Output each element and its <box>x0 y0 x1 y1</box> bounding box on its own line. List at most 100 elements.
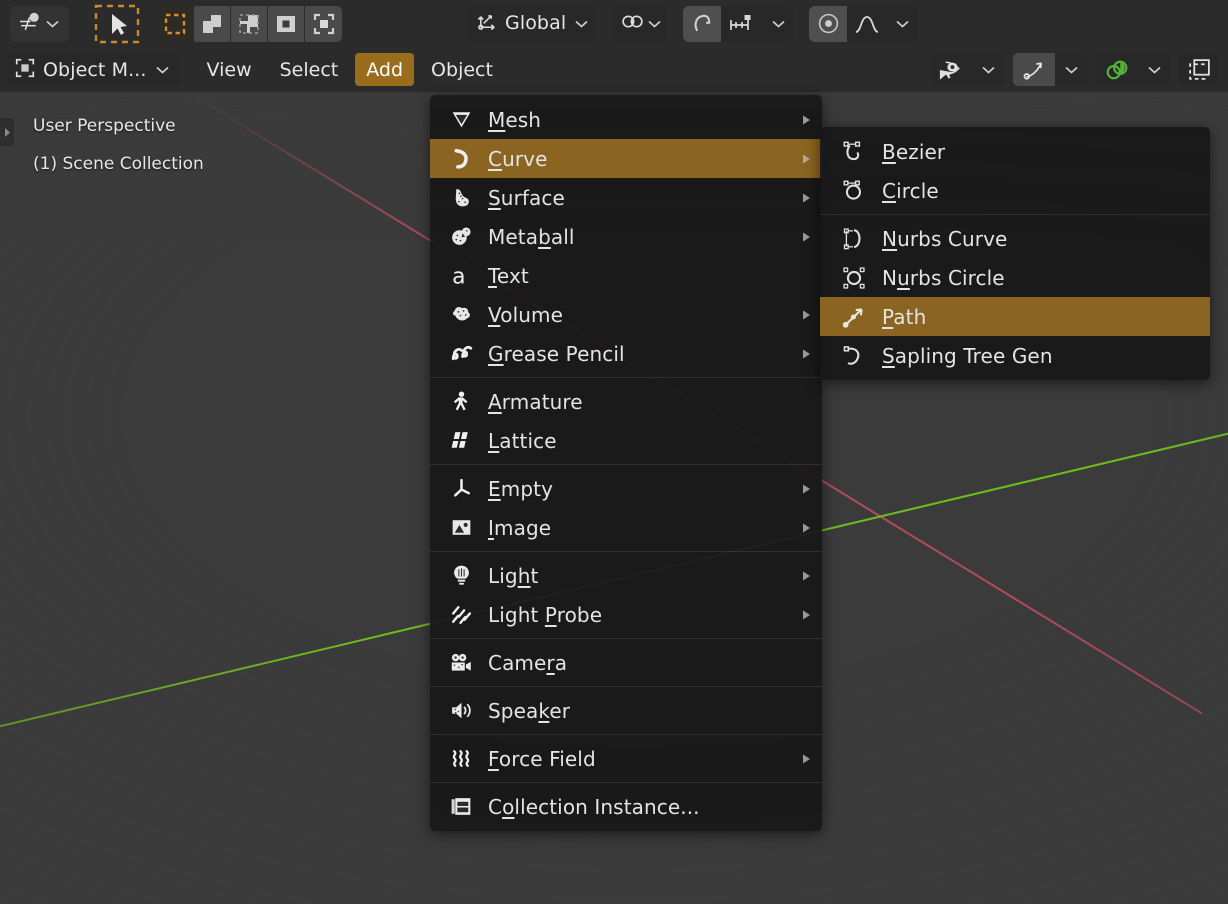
curve-icon <box>444 146 478 171</box>
add-menu-item-grease-pencil[interactable]: Grease Pencil <box>430 334 822 373</box>
add-menu-item-label: Speaker <box>488 699 796 723</box>
proportional-editing-toggle[interactable] <box>809 6 847 42</box>
proportional-falloff-icon[interactable] <box>847 6 887 42</box>
add-menu-item-force-field[interactable]: Force Field <box>430 739 822 778</box>
overlays-dropdown[interactable] <box>1096 53 1170 86</box>
interaction-mode-dropdown[interactable]: Object M... <box>8 53 180 86</box>
snap-group[interactable] <box>683 6 793 42</box>
gizmo-icon[interactable] <box>1013 53 1055 86</box>
add-menu-item-light[interactable]: Light <box>430 556 822 595</box>
add-menu-item-surface[interactable]: Surface <box>430 178 822 217</box>
visibility-eye-icon <box>930 53 972 86</box>
curve-submenu-item-label: Sapling Tree Gen <box>882 344 1184 368</box>
overlays-icon[interactable] <box>1096 53 1138 86</box>
tool-settings-header[interactable]: Global <box>0 0 1228 47</box>
tweak-select-tool-icon[interactable] <box>91 3 143 45</box>
curve-submenu-item-label: Circle <box>882 179 1184 203</box>
add-menu-popup[interactable]: Mesh Curve Surface Metaball aText Volume Greas… <box>430 95 822 831</box>
chevron-down-icon[interactable] <box>763 20 793 28</box>
add-menu-item-label: Mesh <box>488 108 796 132</box>
proportional-editing-group[interactable] <box>809 6 917 42</box>
chevron-down-icon[interactable] <box>1055 53 1087 86</box>
add-menu-item-text[interactable]: aText <box>430 256 822 295</box>
curve-nurbs-icon <box>836 226 872 252</box>
curve-bezier-circle-icon <box>836 178 872 204</box>
add-menu-item-light-probe[interactable]: Light Probe <box>430 595 822 634</box>
add-menu-item-label: Empty <box>488 477 796 501</box>
select-mode-subtract[interactable] <box>231 6 268 42</box>
submenu-arrow-icon <box>796 114 812 126</box>
image-icon <box>444 515 478 540</box>
curve-submenu-item-label: Nurbs Curve <box>882 227 1184 251</box>
text-icon: a <box>444 263 478 288</box>
select-mode-invert[interactable] <box>268 6 305 42</box>
armature-icon <box>444 389 478 414</box>
gizmos-dropdown[interactable] <box>1013 53 1087 86</box>
add-menu-separator <box>430 464 822 465</box>
add-menu-item-camera[interactable]: Camera <box>430 643 822 682</box>
transform-pivot-dropdown[interactable] <box>10 6 69 42</box>
add-menu-separator <box>430 734 822 735</box>
viewport-header[interactable]: Object M... View Select Add Object <box>0 47 1228 92</box>
snap-magnet-toggle[interactable] <box>683 6 721 42</box>
select-mode-intersect[interactable] <box>305 6 342 42</box>
chevron-down-icon <box>645 20 663 28</box>
speaker-icon <box>444 698 478 723</box>
select-mode-set[interactable] <box>157 6 194 42</box>
transform-pivot-icon <box>18 9 43 38</box>
add-menu-item-label: Metaball <box>488 225 796 249</box>
add-menu-item-label: Camera <box>488 651 796 675</box>
snap-increment-icon[interactable] <box>721 6 763 42</box>
curve-submenu-item-path[interactable]: Path <box>820 297 1210 336</box>
chevron-down-icon <box>572 20 590 28</box>
sapling-tree-icon <box>836 343 872 369</box>
add-menu-item-curve[interactable]: Curve <box>430 139 822 178</box>
menu-select[interactable]: Select <box>269 53 350 86</box>
select-mode-extend[interactable] <box>194 6 231 42</box>
curve-submenu-item-bezier[interactable]: Bezier <box>820 132 1210 171</box>
curve-submenu-item-nurbs-curve[interactable]: Nurbs Curve <box>820 219 1210 258</box>
curve-nurbs-circle-icon <box>836 265 872 291</box>
add-menu-item-metaball[interactable]: Metaball <box>430 217 822 256</box>
chevron-down-icon[interactable] <box>972 53 1004 86</box>
interaction-mode-label: Object M... <box>43 59 147 81</box>
curve-submenu-popup[interactable]: Bezier Circle Nurbs Curve Nurbs Circle Path S… <box>820 127 1210 380</box>
chevron-down-icon[interactable] <box>887 20 917 28</box>
add-menu-item-image[interactable]: Image <box>430 508 822 547</box>
curve-submenu-item-sapling-tree-gen[interactable]: Sapling Tree Gen <box>820 336 1210 375</box>
curve-submenu-item-label: Path <box>882 305 1184 329</box>
add-menu-item-empty[interactable]: Empty <box>430 469 822 508</box>
sidebar-toggle-arrow[interactable] <box>0 118 14 146</box>
add-menu-item-label: Curve <box>488 147 796 171</box>
object-visibility-dropdown[interactable] <box>930 53 1004 86</box>
add-menu-item-label: Light <box>488 564 796 588</box>
add-menu-item-label: Volume <box>488 303 796 327</box>
viewport-header-right-tools[interactable] <box>930 53 1228 86</box>
add-menu-item-volume[interactable]: Volume <box>430 295 822 334</box>
submenu-arrow-icon <box>796 153 812 165</box>
menu-object[interactable]: Object <box>420 53 504 86</box>
menu-view[interactable]: View <box>196 53 263 86</box>
transform-orientation-dropdown[interactable]: Global <box>466 6 596 42</box>
select-mode-group[interactable] <box>157 6 342 42</box>
add-menu-item-label: Lattice <box>488 429 796 453</box>
menu-add[interactable]: Add <box>355 53 414 86</box>
curve-submenu-item-nurbs-circle[interactable]: Nurbs Circle <box>820 258 1210 297</box>
add-menu-item-label: Collection Instance... <box>488 795 796 819</box>
add-menu-separator <box>430 686 822 687</box>
submenu-arrow-icon <box>796 192 812 204</box>
chevron-down-icon[interactable] <box>1138 53 1170 86</box>
curve-submenu-item-circle[interactable]: Circle <box>820 171 1210 210</box>
add-menu-item-lattice[interactable]: Lattice <box>430 421 822 460</box>
grease-pencil-icon <box>444 341 478 366</box>
toggle-xray-button[interactable] <box>1179 53 1219 86</box>
add-menu-item-mesh[interactable]: Mesh <box>430 100 822 139</box>
pivot-point-dropdown[interactable] <box>612 6 667 42</box>
add-menu-item-armature[interactable]: Armature <box>430 382 822 421</box>
add-menu-item-label: Force Field <box>488 747 796 771</box>
add-menu-item-speaker[interactable]: Speaker <box>430 691 822 730</box>
add-menu-item-collection-instance[interactable]: Collection Instance... <box>430 787 822 826</box>
empty-axes-icon <box>444 476 478 501</box>
add-menu-item-label: Surface <box>488 186 796 210</box>
volume-icon <box>444 302 478 327</box>
